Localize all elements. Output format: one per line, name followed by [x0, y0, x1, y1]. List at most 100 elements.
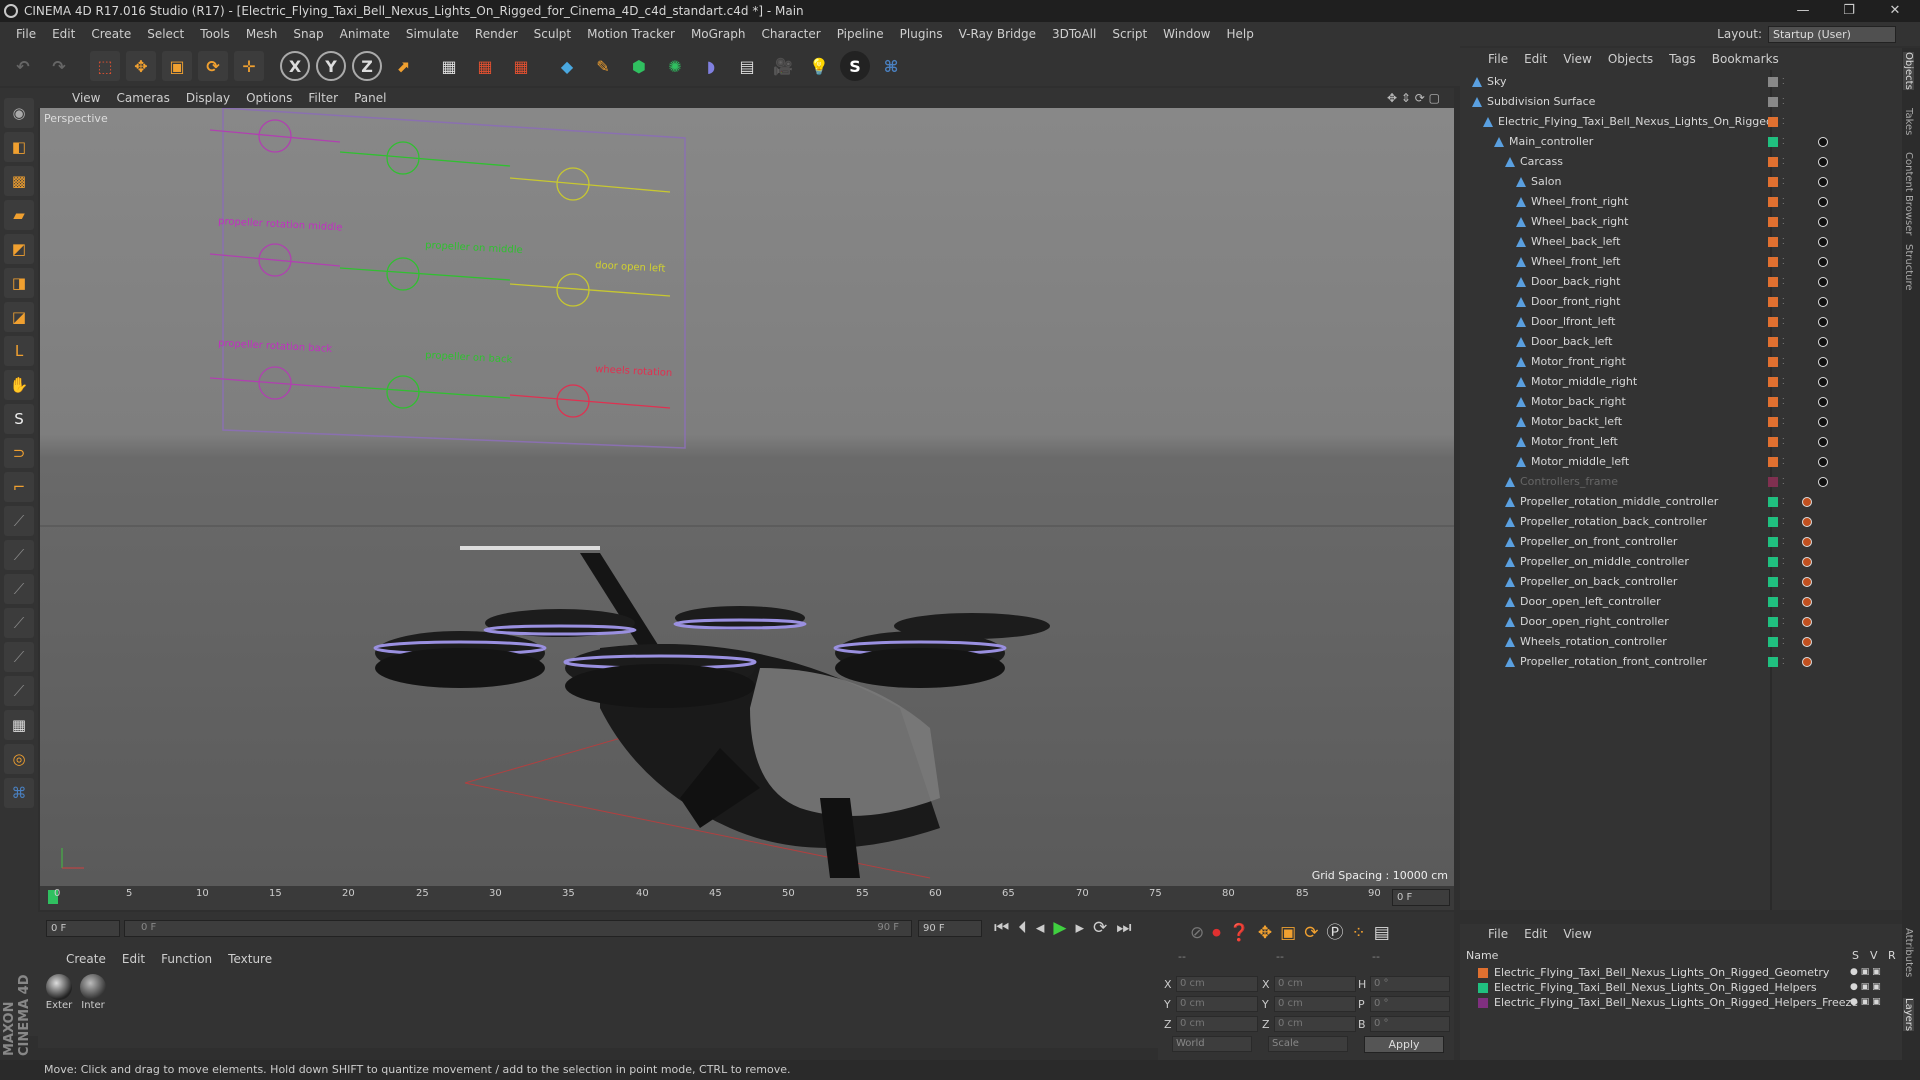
layer-color-swatch[interactable] [1768, 437, 1778, 447]
layer-color-swatch[interactable] [1768, 517, 1778, 527]
material-tag-icon[interactable] [1818, 337, 1828, 347]
layer-color-swatch[interactable] [1768, 77, 1778, 87]
visibility-dots-icon[interactable]: ⁚ [1782, 652, 1785, 672]
size-z-field[interactable]: 0 cm [1274, 1016, 1356, 1032]
go-to-start-icon[interactable]: ⏮ [994, 918, 1018, 938]
protection-tag-icon[interactable] [1802, 597, 1812, 607]
visibility-dots-icon[interactable]: ⁚ [1782, 272, 1785, 292]
material-tag-icon[interactable] [1818, 157, 1828, 167]
size-x-field[interactable]: 0 cm [1274, 976, 1356, 992]
menu-render[interactable]: Render [467, 27, 526, 41]
record-key-icon[interactable]: ⏺ [1212, 923, 1229, 943]
protection-tag-icon[interactable] [1802, 537, 1812, 547]
tab-attributes[interactable]: Attributes [1903, 928, 1914, 977]
array-generator-icon[interactable]: ✺ [660, 51, 690, 81]
object-row[interactable]: Motor_middle_right ⁚ [1460, 372, 1902, 392]
menu-window[interactable]: Window [1155, 27, 1218, 41]
layer-menu-view[interactable]: View [1555, 927, 1599, 941]
workplane-icon[interactable]: ▰ [4, 200, 34, 230]
coordinate-system-icon[interactable]: ⬈ [388, 51, 418, 81]
menu-edit[interactable]: Edit [44, 27, 83, 41]
y-axis-lock-button[interactable]: Y [316, 51, 346, 81]
visibility-dots-icon[interactable]: ⁚ [1782, 612, 1785, 632]
visibility-dots-icon[interactable]: ⁚ [1782, 552, 1785, 572]
rotation-h-field[interactable]: 0 ° [1370, 976, 1450, 992]
tab-structure[interactable]: Structure [1903, 244, 1914, 291]
visibility-dots-icon[interactable]: ⁚ [1782, 312, 1785, 332]
layer-color-swatch[interactable] [1768, 277, 1778, 287]
object-row[interactable]: Propeller_rotation_back_controller ⁚ [1460, 512, 1902, 532]
layer-color-swatch[interactable] [1768, 637, 1778, 647]
protection-tag-icon[interactable] [1802, 517, 1812, 527]
layer-color-swatch[interactable] [1768, 597, 1778, 607]
object-row[interactable]: Wheels_rotation_controller ⁚ [1460, 632, 1902, 652]
perspective-viewport[interactable]: Perspective propeller rotation middle pr… [40, 108, 1454, 886]
layer-color-swatch[interactable] [1768, 377, 1778, 387]
visibility-dots-icon[interactable]: ⁚ [1782, 92, 1785, 112]
layer-color-swatch[interactable] [1768, 537, 1778, 547]
object-row[interactable]: Door_lfront_left ⁚ [1460, 312, 1902, 332]
menu-animate[interactable]: Animate [332, 27, 398, 41]
camera-object-icon[interactable]: 🎥 [768, 51, 798, 81]
material-tag-icon[interactable] [1818, 317, 1828, 327]
visibility-dots-icon[interactable]: ⁚ [1782, 592, 1785, 612]
go-to-end-icon[interactable]: ⏭ [1116, 918, 1140, 938]
layer-color-swatch[interactable] [1768, 657, 1778, 667]
make-editable-icon[interactable]: ◉ [4, 98, 34, 128]
material-tag-icon[interactable] [1818, 437, 1828, 447]
material-tag-icon[interactable] [1818, 197, 1828, 207]
visibility-dots-icon[interactable]: ⁚ [1782, 172, 1785, 192]
object-row[interactable]: Subdivision Surface ⁚ [1460, 92, 1902, 112]
viewport-menu-view[interactable]: View [64, 91, 108, 105]
menu-help[interactable]: Help [1218, 27, 1261, 41]
loop-icon[interactable]: ⟳ [1093, 918, 1116, 938]
brush-tool-icon[interactable]: ⟋ [4, 676, 34, 706]
protection-tag-icon[interactable] [1802, 617, 1812, 627]
menu-simulate[interactable]: Simulate [398, 27, 467, 41]
axis-mode-icon[interactable]: L [4, 336, 34, 366]
layer-color-swatch[interactable] [1768, 117, 1778, 127]
menu-character[interactable]: Character [753, 27, 828, 41]
object-row[interactable]: Door_back_right ⁚ [1460, 272, 1902, 292]
object-row[interactable]: Motor_front_right ⁚ [1460, 352, 1902, 372]
menu-motion-tracker[interactable]: Motion Tracker [579, 27, 683, 41]
objects-menu-edit[interactable]: Edit [1516, 52, 1555, 66]
object-row[interactable]: Door_back_left ⁚ [1460, 332, 1902, 352]
axis-lock-icon[interactable]: ⌐ [4, 472, 34, 502]
visibility-dots-icon[interactable]: ⁚ [1782, 572, 1785, 592]
object-row[interactable]: Wheel_back_left ⁚ [1460, 232, 1902, 252]
visibility-dots-icon[interactable]: ⁚ [1782, 392, 1785, 412]
objects-menu-bookmarks[interactable]: Bookmarks [1704, 52, 1787, 66]
texture-mode-icon[interactable]: ▩ [4, 166, 34, 196]
visibility-dots-icon[interactable]: ⁚ [1782, 532, 1785, 552]
material-exterior[interactable]: Exter [44, 974, 74, 1011]
visibility-dots-icon[interactable]: ⁚ [1782, 332, 1785, 352]
object-row[interactable]: Carcass ⁚ [1460, 152, 1902, 172]
layer-name[interactable]: Electric_Flying_Taxi_Bell_Nexus_Lights_O… [1494, 995, 1858, 1010]
rotation-b-field[interactable]: 0 ° [1370, 1016, 1450, 1032]
object-row[interactable]: Motor_back_right ⁚ [1460, 392, 1902, 412]
layer-color-swatch[interactable] [1478, 968, 1488, 978]
key-position-icon[interactable]: ✥ [1258, 923, 1280, 943]
viewport-menu-options[interactable]: Options [238, 91, 300, 105]
cube-object-icon[interactable]: ◆ [552, 51, 582, 81]
layer-color-swatch[interactable] [1768, 577, 1778, 587]
auto-keying-icon[interactable]: ❓ [1229, 923, 1258, 943]
layer-color-swatch[interactable] [1768, 177, 1778, 187]
bridge-tool-icon[interactable]: ⟋ [4, 608, 34, 638]
objects-menu-file[interactable]: File [1480, 52, 1516, 66]
close-button[interactable]: ✕ [1872, 0, 1918, 22]
floor-object-icon[interactable]: ▤ [732, 51, 762, 81]
layer-color-swatch[interactable] [1768, 157, 1778, 167]
extrude-tool-icon[interactable]: ⟋ [4, 574, 34, 604]
next-frame-icon[interactable]: ▸ [1075, 918, 1093, 938]
objects-menu-tags[interactable]: Tags [1661, 52, 1704, 66]
object-row[interactable]: Propeller_on_back_controller ⁚ [1460, 572, 1902, 592]
layer-color-swatch[interactable] [1768, 617, 1778, 627]
layer-color-swatch[interactable] [1768, 297, 1778, 307]
layer-color-swatch[interactable] [1768, 557, 1778, 567]
minimize-button[interactable]: — [1780, 0, 1826, 22]
subdivision-surface-icon[interactable]: ⬢ [624, 51, 654, 81]
object-row[interactable]: Propeller_rotation_middle_controller ⁚ [1460, 492, 1902, 512]
protection-tag-icon[interactable] [1802, 557, 1812, 567]
